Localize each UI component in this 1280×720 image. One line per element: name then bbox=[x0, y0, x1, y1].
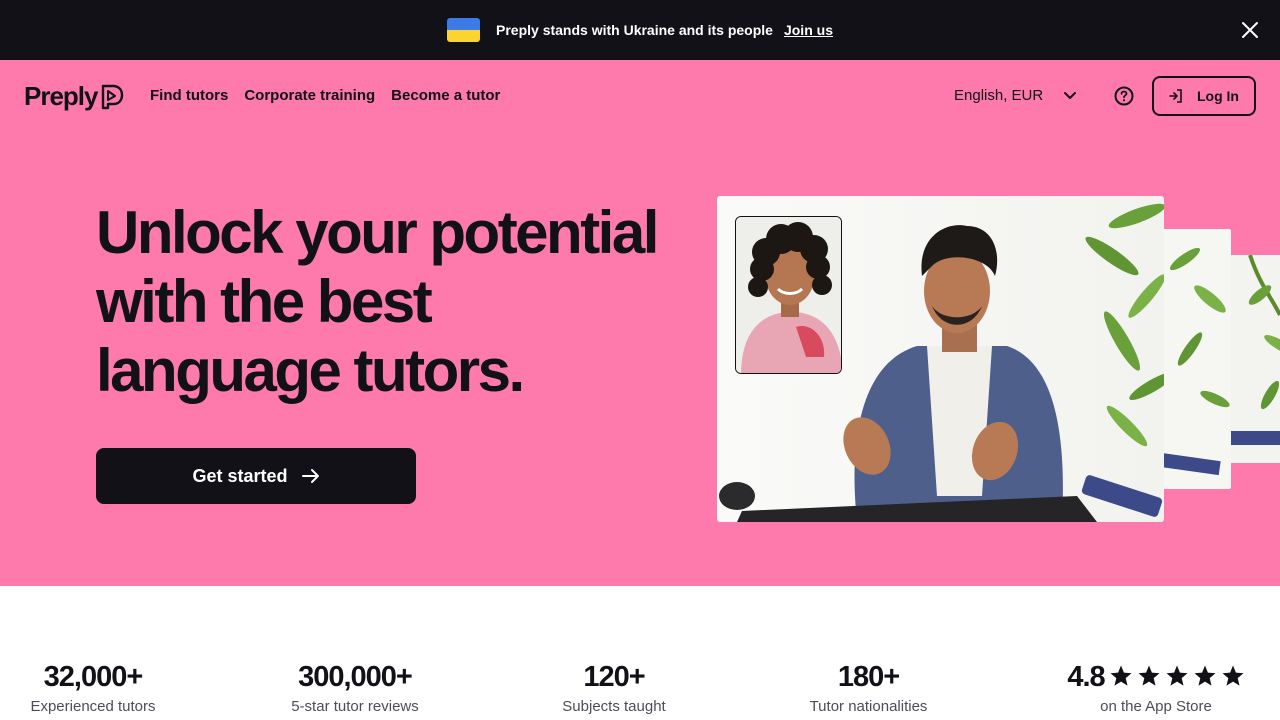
close-icon[interactable] bbox=[1240, 20, 1260, 40]
headline-line-2: with the best bbox=[96, 268, 433, 335]
stat-subjects: 120+ Subjects taught bbox=[556, 660, 672, 715]
stat-value: 120+ bbox=[583, 661, 645, 693]
hero-headline: Unlock your potential with the best lang… bbox=[96, 198, 696, 405]
headline-line-1: Unlock your potential bbox=[96, 199, 659, 266]
star-icon bbox=[1194, 665, 1216, 686]
plant-leaves bbox=[1085, 203, 1164, 447]
star-icon bbox=[1138, 665, 1160, 686]
nav-corporate-training[interactable]: Corporate training bbox=[244, 87, 375, 104]
nav-links: Find tutors Corporate training Become a … bbox=[150, 87, 500, 104]
get-started-button[interactable]: Get started bbox=[96, 448, 416, 504]
preply-logo[interactable]: Preply bbox=[24, 81, 124, 112]
banner-message: Preply stands with Ukraine and its peopl… bbox=[496, 22, 773, 38]
stat-app-rating: 4.8 on the App Store bbox=[1052, 660, 1260, 715]
main-nav: Preply Find tutors Corporate training Be… bbox=[0, 60, 1280, 132]
stat-value: 180+ bbox=[837, 661, 900, 693]
logo-mark-icon bbox=[101, 84, 123, 109]
star-icon bbox=[1166, 665, 1188, 686]
stat-value: 300,000+ bbox=[298, 661, 413, 693]
tutor-video-card-back-1 bbox=[1160, 229, 1231, 489]
nav-find-tutors[interactable]: Find tutors bbox=[150, 87, 228, 104]
login-button[interactable]: Log In bbox=[1152, 76, 1256, 116]
chevron-down-icon bbox=[1064, 91, 1077, 99]
student-video-thumbnail bbox=[735, 216, 842, 374]
tutor-figure bbox=[843, 225, 1063, 522]
rating-row: 4.8 bbox=[1052, 660, 1260, 694]
announcement-banner: Preply stands with Ukraine and its peopl… bbox=[0, 0, 1280, 60]
star-icon bbox=[1222, 665, 1244, 686]
star-icon bbox=[1110, 665, 1132, 686]
headline-line-3: language tutors. bbox=[96, 337, 525, 404]
login-label: Log In bbox=[1197, 88, 1239, 104]
stat-tutors: 32,000+ Experienced tutors bbox=[24, 660, 162, 715]
language-currency-label: English, EUR bbox=[954, 87, 1044, 104]
stat-value: 4.8 bbox=[1067, 661, 1105, 693]
join-us-link[interactable]: Join us bbox=[784, 22, 833, 38]
stat-label: Subjects taught bbox=[562, 698, 666, 715]
stat-label: Tutor nationalities bbox=[809, 698, 928, 715]
nav-become-tutor[interactable]: Become a tutor bbox=[391, 87, 500, 104]
stat-label: Experienced tutors bbox=[30, 698, 156, 715]
stat-reviews: 300,000+ 5-star tutor reviews bbox=[283, 660, 427, 715]
logo-wordmark: Preply bbox=[24, 81, 98, 111]
login-icon bbox=[1169, 89, 1182, 103]
ukraine-flag-icon bbox=[447, 18, 480, 42]
language-currency-select[interactable]: English, EUR bbox=[954, 87, 1077, 104]
rating-stars bbox=[1109, 664, 1245, 688]
stat-nationalities: 180+ Tutor nationalities bbox=[803, 660, 934, 715]
help-icon[interactable] bbox=[1114, 86, 1134, 106]
arrow-right-icon bbox=[301, 469, 319, 483]
tutor-video-card-back-2 bbox=[1230, 255, 1280, 463]
hero-section: Preply Find tutors Corporate training Be… bbox=[0, 60, 1280, 586]
stat-label: on the App Store bbox=[1100, 698, 1212, 715]
stat-label: 5-star tutor reviews bbox=[291, 698, 419, 715]
stats-section: 32,000+ Experienced tutors 300,000+ 5-st… bbox=[0, 586, 1280, 720]
stat-value: 32,000+ bbox=[43, 661, 144, 693]
get-started-label: Get started bbox=[192, 465, 288, 486]
